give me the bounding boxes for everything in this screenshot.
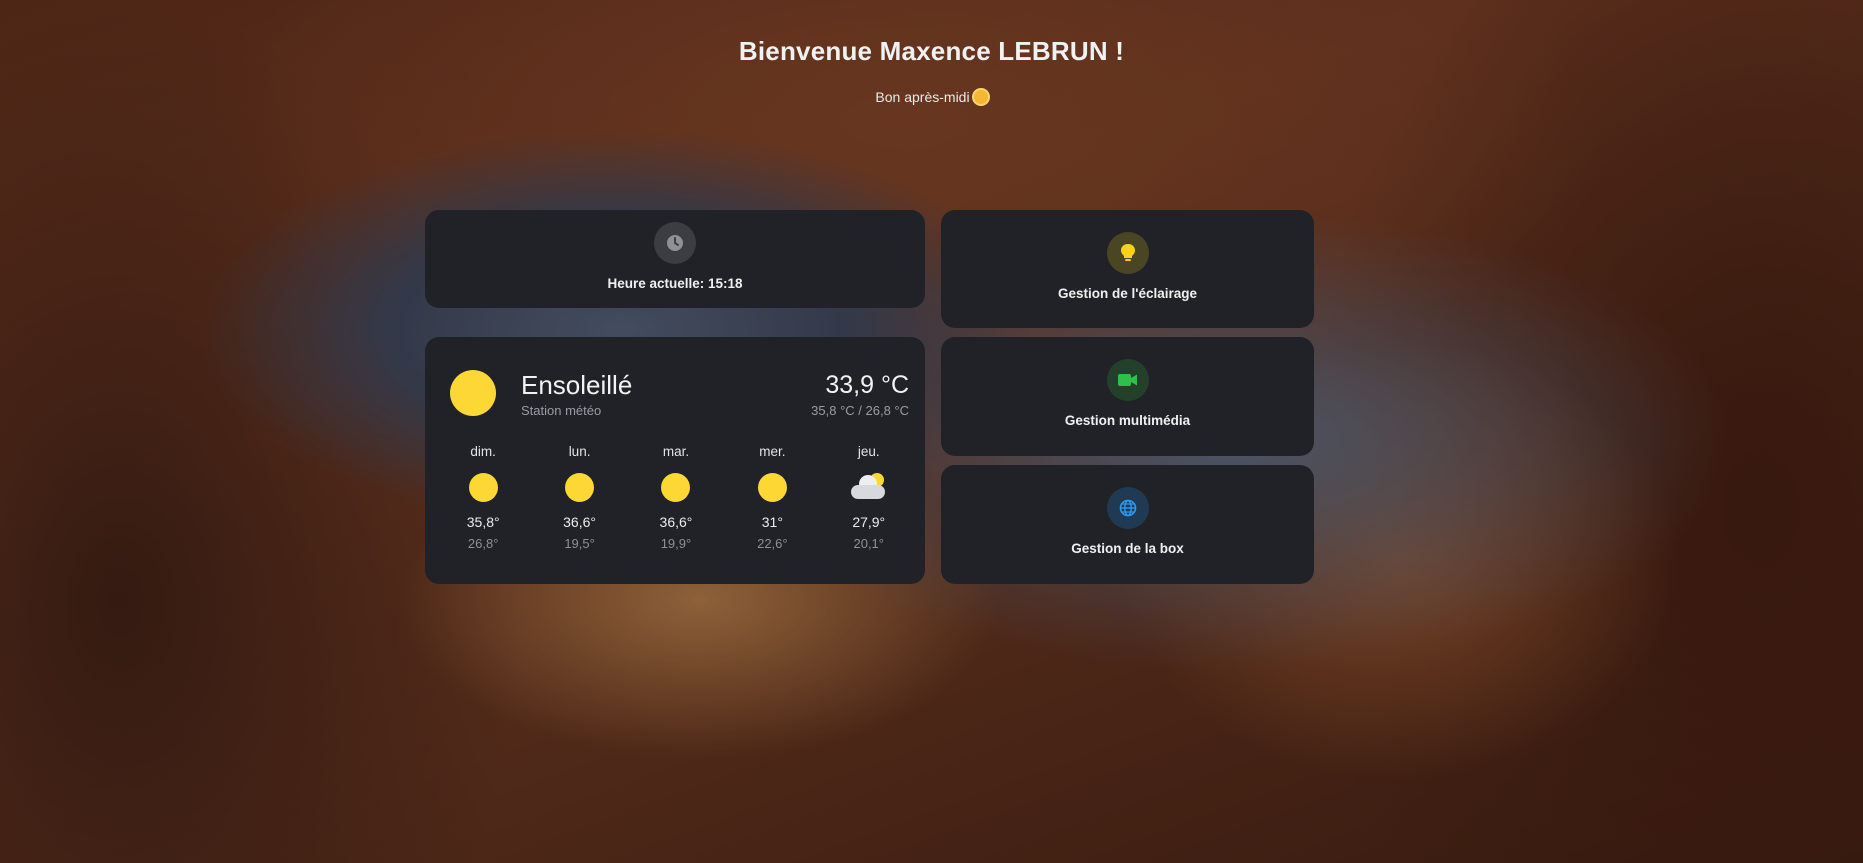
forecast-day: lun. 36,6° 19,5° (540, 444, 620, 551)
current-time-label: Heure actuelle: 15:18 (607, 276, 743, 291)
forecast-low: 19,5° (564, 536, 595, 551)
welcome-header: Bienvenue Maxence LEBRUN ! Bon après-mid… (0, 36, 1863, 105)
lighting-management-label: Gestion de l'éclairage (1057, 286, 1197, 301)
sun-emoji-icon (973, 90, 988, 104)
forecast-day-name: mer. (759, 444, 786, 459)
sun-icon (661, 472, 691, 502)
background-canyon-image (0, 0, 1863, 863)
forecast-day-name: lun. (568, 444, 591, 459)
box-management-label: Gestion de la box (1071, 541, 1184, 556)
temperature-range: 35,8 °C / 26,8 °C (811, 403, 909, 418)
current-temperature: 33,9 °C (825, 371, 909, 399)
globe-icon (1106, 487, 1149, 529)
forecast-day-name: mar. (662, 444, 690, 459)
sun-icon (450, 370, 496, 416)
lightbulb-icon (1106, 232, 1149, 274)
clock-card: Heure actuelle: 15:18 (425, 210, 925, 308)
forecast-high: 36,6° (659, 514, 693, 530)
sun-icon (565, 472, 595, 502)
multimedia-management-label: Gestion multimédia (1064, 413, 1191, 428)
forecast-low: 20,1° (853, 536, 884, 551)
weather-station-name: Station météo (521, 403, 602, 418)
sun-icon (468, 472, 498, 502)
partly-cloudy-icon (850, 473, 887, 501)
sun-icon (757, 472, 787, 502)
weather-condition: Ensoleillé (521, 370, 633, 400)
greeting-text: Bon après-midi (875, 89, 970, 105)
page-title: Bienvenue Maxence LEBRUN ! (738, 36, 1125, 66)
forecast-day: jeu. 27,9° 20,1° (829, 444, 909, 551)
forecast-day: mar. 36,6° 19,9° (636, 444, 716, 551)
forecast-high: 31° (761, 514, 783, 530)
forecast-low: 22,6° (757, 536, 788, 551)
multimedia-management-tile[interactable]: Gestion multimédia (941, 337, 1314, 456)
forecast-day: dim. 35,8° 26,8° (443, 444, 523, 551)
video-camera-icon (1106, 359, 1149, 401)
forecast-day-name: dim. (470, 444, 496, 459)
lighting-management-tile[interactable]: Gestion de l'éclairage (941, 210, 1314, 328)
box-management-tile[interactable]: Gestion de la box (941, 465, 1314, 584)
forecast-day: mer. 31° 22,6° (732, 444, 812, 551)
weather-card[interactable]: Ensoleillé Station météo 33,9 °C 35,8 °C… (425, 337, 925, 584)
greeting-line: Bon après-midi (0, 89, 1863, 105)
forecast-high: 36,6° (563, 514, 596, 530)
forecast-day-name: jeu. (857, 444, 880, 459)
weather-forecast: dim. 35,8° 26,8° lun. 36,6° 19,5° mar. 3… (425, 444, 925, 551)
forecast-low: 19,9° (660, 536, 692, 551)
forecast-high: 35,8° (466, 514, 500, 530)
clock-icon (654, 222, 696, 264)
forecast-low: 26,8° (467, 536, 499, 551)
forecast-high: 27,9° (852, 514, 886, 530)
